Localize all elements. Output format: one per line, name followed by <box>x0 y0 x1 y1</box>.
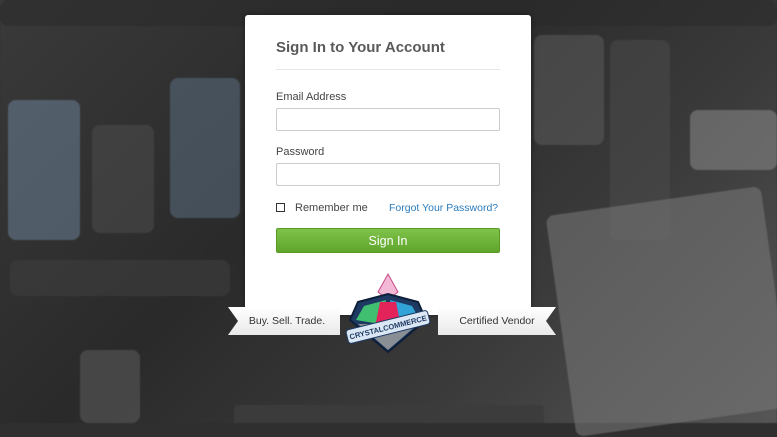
sign-in-button[interactable]: Sign In <box>276 228 500 253</box>
password-label: Password <box>276 146 325 158</box>
password-field[interactable] <box>276 163 500 186</box>
background-shape <box>80 350 140 423</box>
background-shape <box>10 260 230 296</box>
background-shape <box>545 185 777 437</box>
ribbon-right: Certified Vendor <box>438 307 556 335</box>
background-shape <box>534 35 604 145</box>
ribbon-left-text: Buy. Sell. Trade. <box>248 315 326 327</box>
remember-me-label[interactable]: Remember me <box>295 202 368 214</box>
remember-me-checkbox[interactable] <box>276 203 285 212</box>
ribbon-left: Buy. Sell. Trade. <box>228 307 340 335</box>
crystal-commerce-logo: CRYSTALCOMMERCE <box>345 272 431 354</box>
title-divider <box>276 69 500 70</box>
email-field[interactable] <box>276 108 500 131</box>
page-title: Sign In to Your Account <box>276 39 445 56</box>
email-label: Email Address <box>276 91 347 103</box>
background-shape <box>234 405 544 423</box>
sign-in-card: Sign In to Your Account Email Address Pa… <box>245 15 531 315</box>
background-shape <box>92 125 154 233</box>
background-shape <box>690 110 777 170</box>
forgot-password-link[interactable]: Forgot Your Password? <box>389 202 498 214</box>
background-shape <box>8 100 80 240</box>
ribbon-right-text: Certified Vendor <box>459 315 535 327</box>
background-shape <box>170 78 240 218</box>
